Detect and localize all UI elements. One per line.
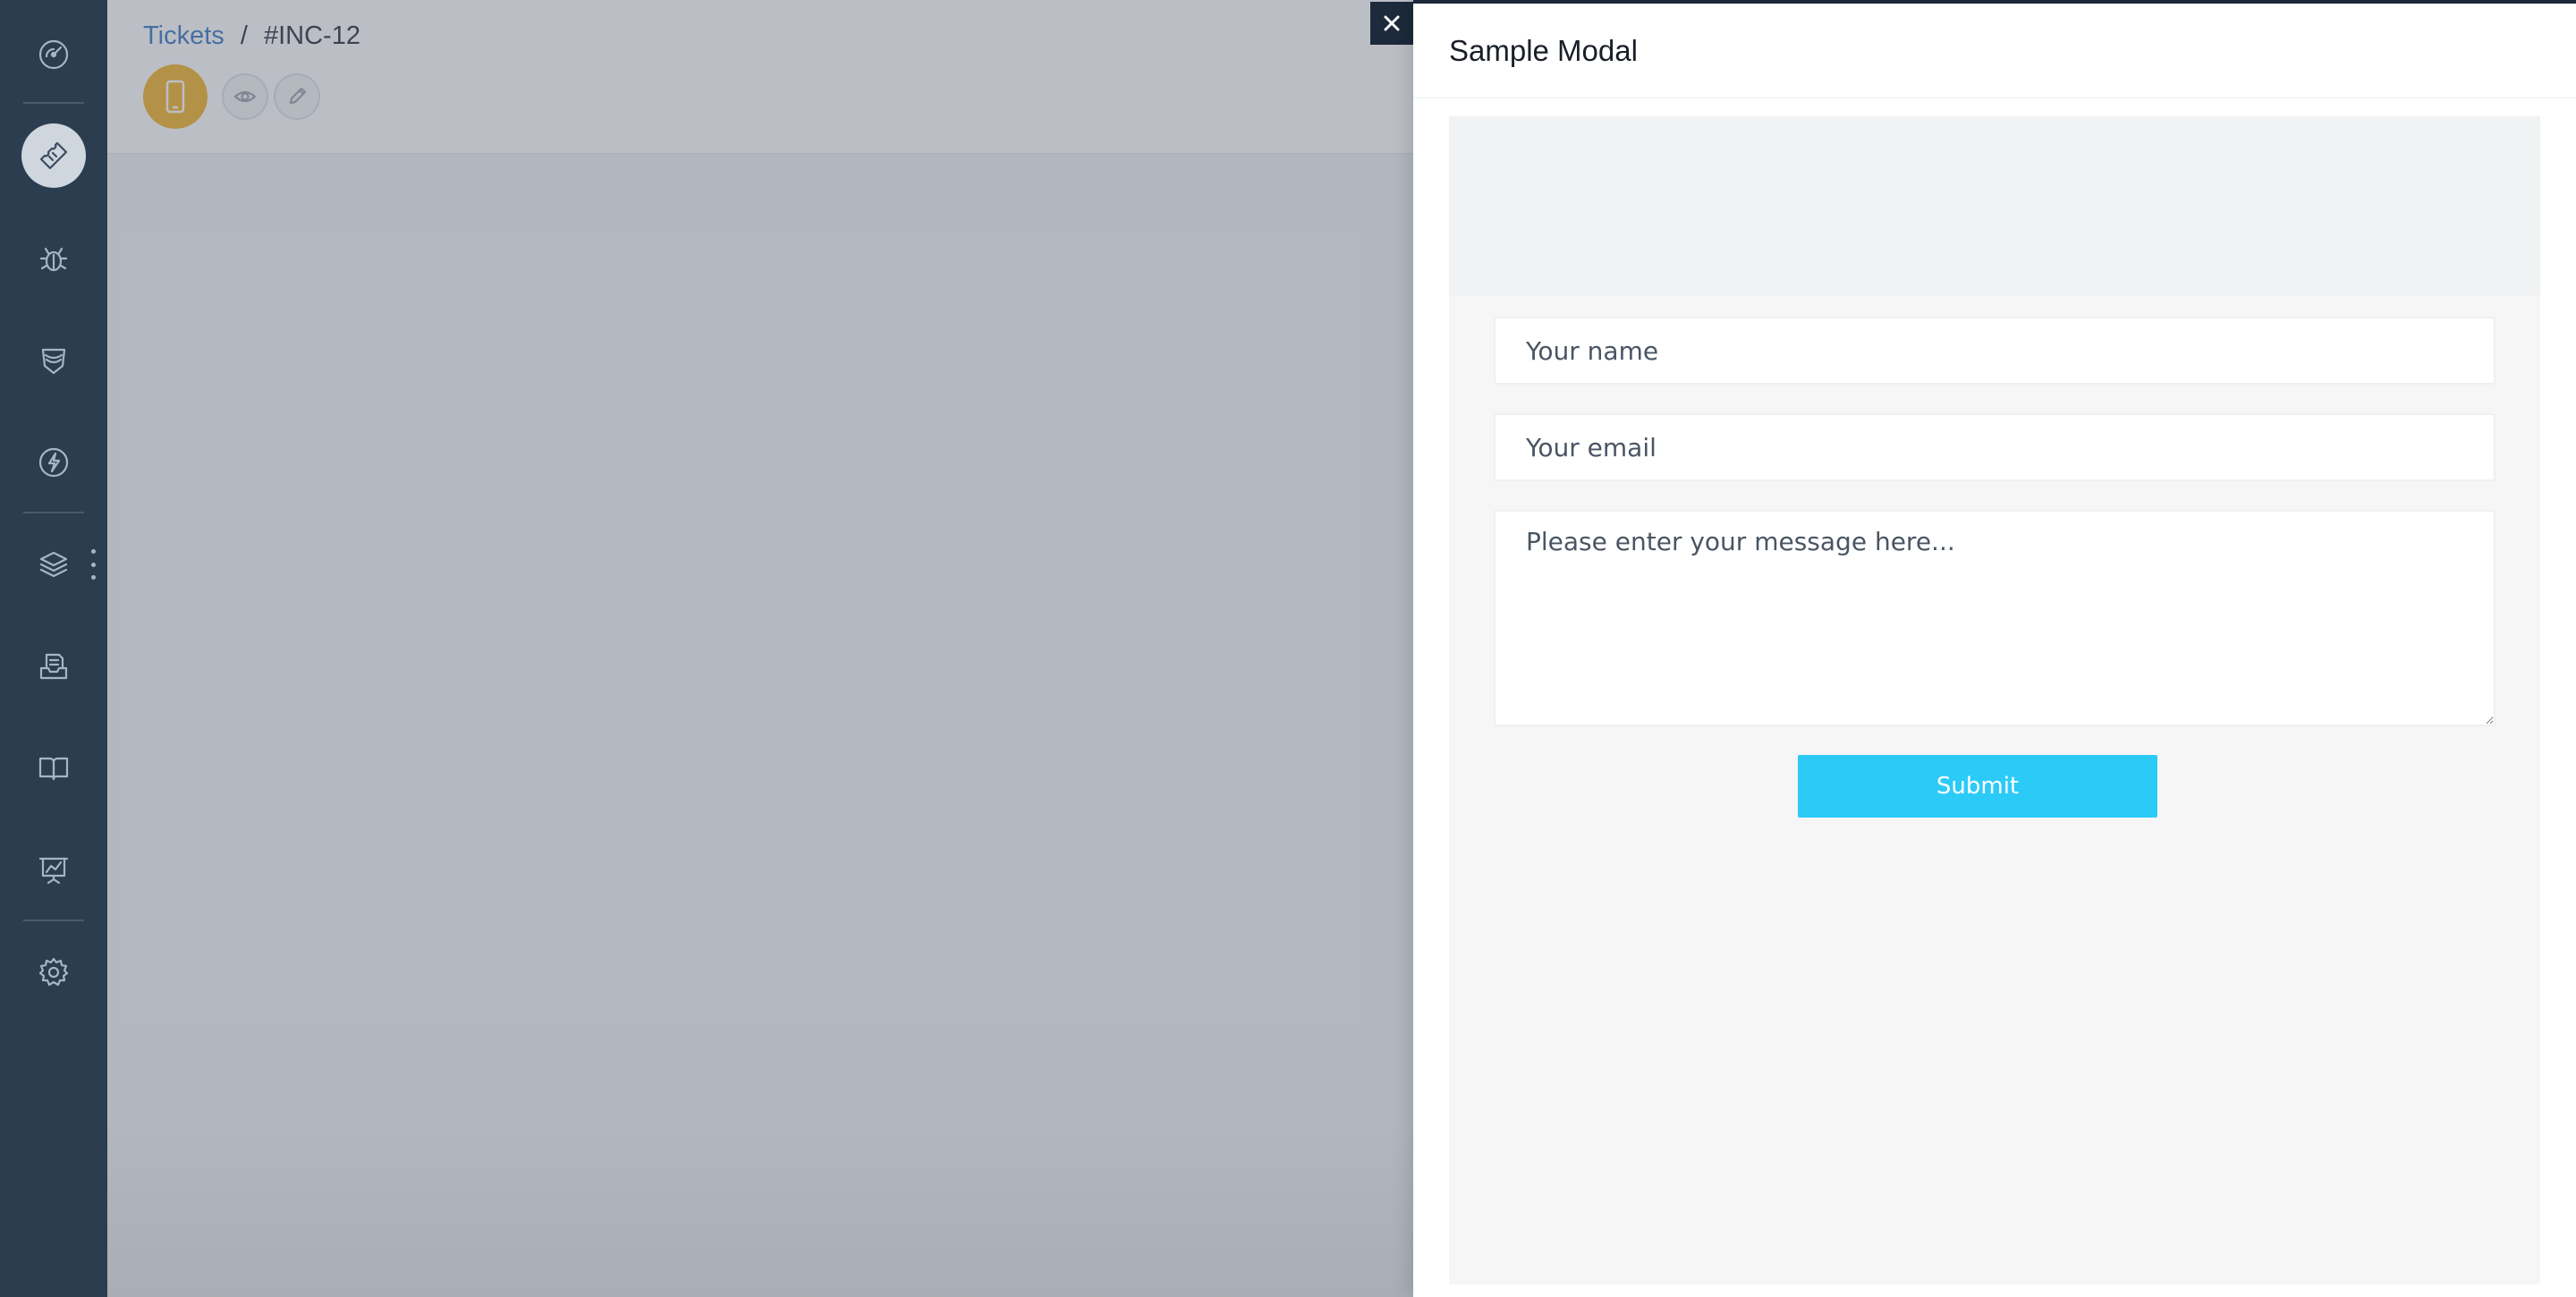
gauge-icon: [38, 39, 69, 70]
sidebar-item-knowledge-base[interactable]: [0, 717, 107, 819]
layers-icon: [39, 551, 68, 578]
bug-icon: [39, 247, 68, 272]
active-indicator: [21, 123, 86, 188]
lightning-icon: [38, 447, 69, 478]
modal-close-button[interactable]: [1370, 2, 1413, 45]
app-root: Tickets / #INC-12 Sample Modal Your name…: [0, 0, 2576, 1297]
sidebar-item-dashboard[interactable]: [0, 4, 107, 106]
inbox-document-icon: [39, 653, 68, 680]
modal-title: Sample Modal: [1449, 34, 1638, 67]
sidebar-item-bugs[interactable]: [0, 208, 107, 309]
modal-banner: [1449, 116, 2540, 295]
modal-header: Sample Modal: [1413, 4, 2576, 98]
sidebar-resize-handle[interactable]: [89, 549, 97, 580]
submit-button[interactable]: Submit: [1798, 755, 2157, 818]
sidebar-item-analytics[interactable]: [0, 819, 107, 921]
sidebar-divider: [23, 102, 84, 104]
sidebar-item-automation[interactable]: [0, 411, 107, 513]
modal-body: Submit: [1449, 116, 2540, 1284]
shield-icon: [41, 348, 66, 375]
book-icon: [38, 757, 69, 781]
email-field[interactable]: [1494, 413, 2496, 481]
sidebar: [0, 0, 107, 1297]
sidebar-item-security[interactable]: [0, 309, 107, 411]
chart-board-icon: [38, 857, 69, 885]
sidebar-item-settings[interactable]: [0, 921, 107, 1023]
name-field[interactable]: [1494, 317, 2496, 385]
close-icon: [1384, 15, 1400, 31]
ticket-icon: [39, 141, 68, 170]
side-modal: Sample Modal Submit: [1413, 0, 2576, 1297]
gear-icon: [38, 957, 69, 987]
sidebar-item-tickets[interactable]: [0, 105, 107, 207]
sidebar-item-reports[interactable]: [0, 615, 107, 717]
message-field[interactable]: [1494, 510, 2496, 726]
